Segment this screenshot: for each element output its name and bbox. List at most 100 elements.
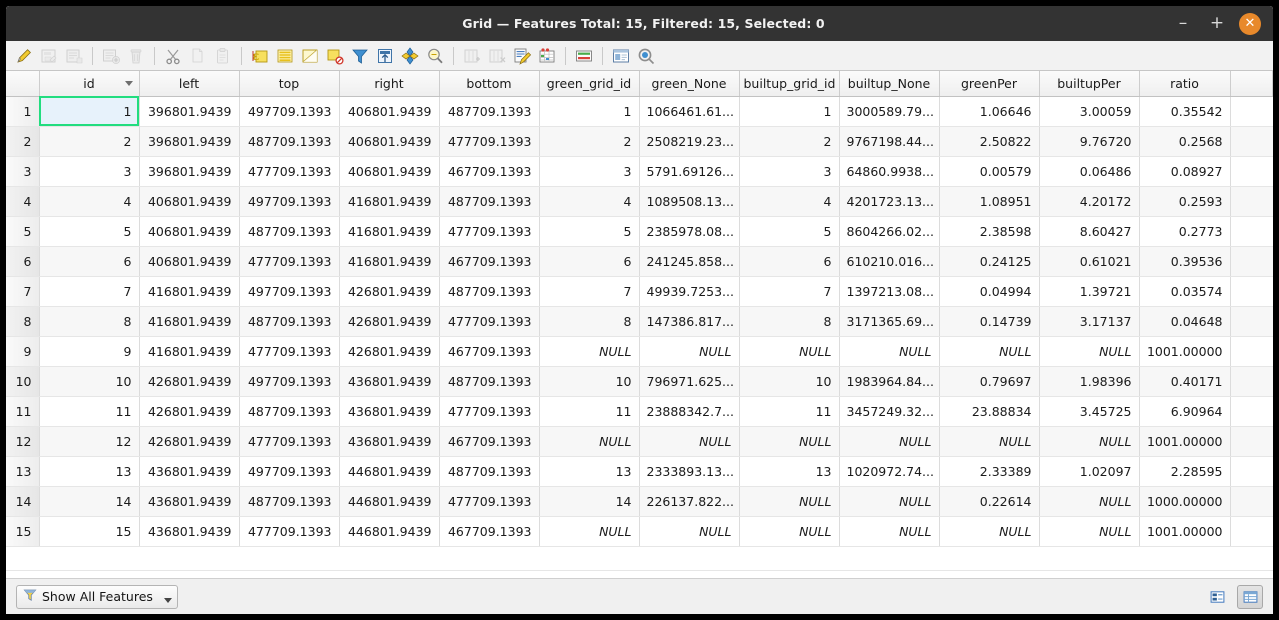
cell-builtupPer[interactable]: 1.98396 [1039, 366, 1140, 397]
column-header-left[interactable]: left [139, 71, 240, 97]
row-header[interactable]: 1 [6, 96, 40, 127]
cell-ratio[interactable]: 6.90964 [1139, 396, 1231, 427]
cell-id[interactable]: 10 [39, 366, 140, 397]
chevron-down-icon[interactable] [163, 597, 172, 603]
cell-builtup_grid_id[interactable]: 4 [739, 186, 840, 217]
cell-left[interactable]: 396801.9439 [139, 126, 240, 157]
cell-greenPer[interactable]: 1.06646 [939, 96, 1040, 127]
cell-builtupPer[interactable]: 0.61021 [1039, 246, 1140, 277]
table-row[interactable]: 3 3 396801.9439 477709.1393 406801.9439 46770… [6, 156, 1273, 187]
column-header-id[interactable]: id [39, 71, 140, 97]
cell-bottom[interactable]: 467709.1393 [439, 246, 540, 277]
column-header-green_grid_id[interactable]: green_grid_id [539, 71, 640, 97]
cell-builtup_grid_id[interactable]: 13 [739, 456, 840, 487]
cell-builtup_grid_id[interactable]: NULL [739, 426, 840, 457]
cell-right[interactable]: 426801.9439 [339, 276, 440, 307]
table-row[interactable]: 7 7 416801.9439 497709.1393 426801.9439 48770… [6, 276, 1273, 307]
cell-left[interactable]: 416801.9439 [139, 276, 240, 307]
column-header-builtup_grid_id[interactable]: builtup_grid_id [739, 71, 840, 97]
cell-green_grid_id[interactable]: 7 [539, 276, 640, 307]
cell-left[interactable]: 406801.9439 [139, 246, 240, 277]
cell-left[interactable]: 416801.9439 [139, 306, 240, 337]
cell-builtupPer[interactable]: 1.02097 [1039, 456, 1140, 487]
cell-top[interactable]: 477709.1393 [239, 246, 340, 277]
cell-green_grid_id[interactable]: 14 [539, 486, 640, 517]
cell-id[interactable]: 3 [39, 156, 140, 187]
cell-builtupPer[interactable]: NULL [1039, 486, 1140, 517]
cell-right[interactable]: 416801.9439 [339, 186, 440, 217]
cell-green_grid_id[interactable]: NULL [539, 426, 640, 457]
cell-builtup_grid_id[interactable]: NULL [739, 516, 840, 547]
row-header[interactable]: 3 [6, 156, 40, 187]
cell-builtup_None[interactable]: NULL [839, 426, 940, 457]
cell-green_grid_id[interactable]: 10 [539, 366, 640, 397]
row-header[interactable]: 4 [6, 186, 40, 217]
row-header[interactable]: 10 [6, 366, 40, 397]
cell-green_None[interactable]: 2508219.23... [639, 126, 740, 157]
cell-green_None[interactable]: 23888342.7... [639, 396, 740, 427]
cell-green_None[interactable]: NULL [639, 516, 740, 547]
cell-builtupPer[interactable]: 3.45725 [1039, 396, 1140, 427]
form-view-button[interactable] [1204, 585, 1230, 609]
cell-builtupPer[interactable]: NULL [1039, 516, 1140, 547]
column-header-green_None[interactable]: green_None [639, 71, 740, 97]
cell-green_grid_id[interactable]: 11 [539, 396, 640, 427]
cell-builtup_grid_id[interactable]: 6 [739, 246, 840, 277]
cell-builtup_None[interactable]: 64860.9938... [839, 156, 940, 187]
cell-builtup_None[interactable]: 1020972.74... [839, 456, 940, 487]
cell-greenPer[interactable]: NULL [939, 426, 1040, 457]
conditional-formatting-icon[interactable] [535, 44, 559, 68]
cell-ratio[interactable]: 0.39536 [1139, 246, 1231, 277]
move-selection-to-top-icon[interactable] [373, 44, 397, 68]
cell-right[interactable]: 436801.9439 [339, 426, 440, 457]
cell-bottom[interactable]: 487709.1393 [439, 366, 540, 397]
table-row[interactable]: 9 9 416801.9439 477709.1393 426801.9439 46770… [6, 336, 1273, 367]
cell-ratio[interactable]: 0.2593 [1139, 186, 1231, 217]
cell-builtupPer[interactable]: 9.76720 [1039, 126, 1140, 157]
row-header[interactable]: 11 [6, 396, 40, 427]
column-header-greenPer[interactable]: greenPer [939, 71, 1040, 97]
cell-builtup_None[interactable]: 1397213.08... [839, 276, 940, 307]
cell-greenPer[interactable]: 0.22614 [939, 486, 1040, 517]
form-view-icon[interactable] [609, 44, 633, 68]
cell-top[interactable]: 497709.1393 [239, 186, 340, 217]
cell-greenPer[interactable]: NULL [939, 516, 1040, 547]
cell-bottom[interactable]: 487709.1393 [439, 186, 540, 217]
cell-top[interactable]: 477709.1393 [239, 516, 340, 547]
table-row[interactable]: 1 1 396801.9439 497709.1393 406801.9439 48770… [6, 96, 1273, 127]
cell-ratio[interactable]: 1001.00000 [1139, 516, 1231, 547]
cell-green_grid_id[interactable]: 4 [539, 186, 640, 217]
cell-top[interactable]: 497709.1393 [239, 456, 340, 487]
cell-green_None[interactable]: 2385978.08... [639, 216, 740, 247]
cell-builtup_grid_id[interactable]: 8 [739, 306, 840, 337]
cell-ratio[interactable]: 0.2568 [1139, 126, 1231, 157]
cell-bottom[interactable]: 467709.1393 [439, 516, 540, 547]
cell-id[interactable]: 6 [39, 246, 140, 277]
cell-top[interactable]: 477709.1393 [239, 426, 340, 457]
cell-bottom[interactable]: 477709.1393 [439, 126, 540, 157]
cell-right[interactable]: 406801.9439 [339, 156, 440, 187]
column-header-right[interactable]: right [339, 71, 440, 97]
table-row[interactable]: 11 11 426801.9439 487709.1393 436801.9439 477… [6, 396, 1273, 427]
cell-green_grid_id[interactable]: NULL [539, 336, 640, 367]
cell-green_grid_id[interactable]: 5 [539, 216, 640, 247]
cell-ratio[interactable]: 1001.00000 [1139, 426, 1231, 457]
cell-id[interactable]: 5 [39, 216, 140, 247]
field-calculator-icon[interactable] [510, 44, 534, 68]
cell-left[interactable]: 396801.9439 [139, 96, 240, 127]
cell-builtupPer[interactable]: 3.00059 [1039, 96, 1140, 127]
table-row[interactable]: 13 13 436801.9439 497709.1393 446801.9439 487… [6, 456, 1273, 487]
cell-builtup_grid_id[interactable]: 2 [739, 126, 840, 157]
cell-bottom[interactable]: 467709.1393 [439, 426, 540, 457]
cell-builtup_grid_id[interactable]: NULL [739, 336, 840, 367]
cell-builtupPer[interactable]: 0.06486 [1039, 156, 1140, 187]
cell-left[interactable]: 436801.9439 [139, 516, 240, 547]
cell-greenPer[interactable]: 2.50822 [939, 126, 1040, 157]
column-header-ratio[interactable]: ratio [1139, 71, 1231, 97]
table-row[interactable]: 15 15 436801.9439 477709.1393 446801.9439 467… [6, 516, 1273, 547]
table-row[interactable]: 6 6 406801.9439 477709.1393 416801.9439 46770… [6, 246, 1273, 277]
cell-left[interactable]: 436801.9439 [139, 486, 240, 517]
cell-greenPer[interactable]: NULL [939, 336, 1040, 367]
cell-builtup_None[interactable]: 1983964.84... [839, 366, 940, 397]
cell-green_grid_id[interactable]: 13 [539, 456, 640, 487]
